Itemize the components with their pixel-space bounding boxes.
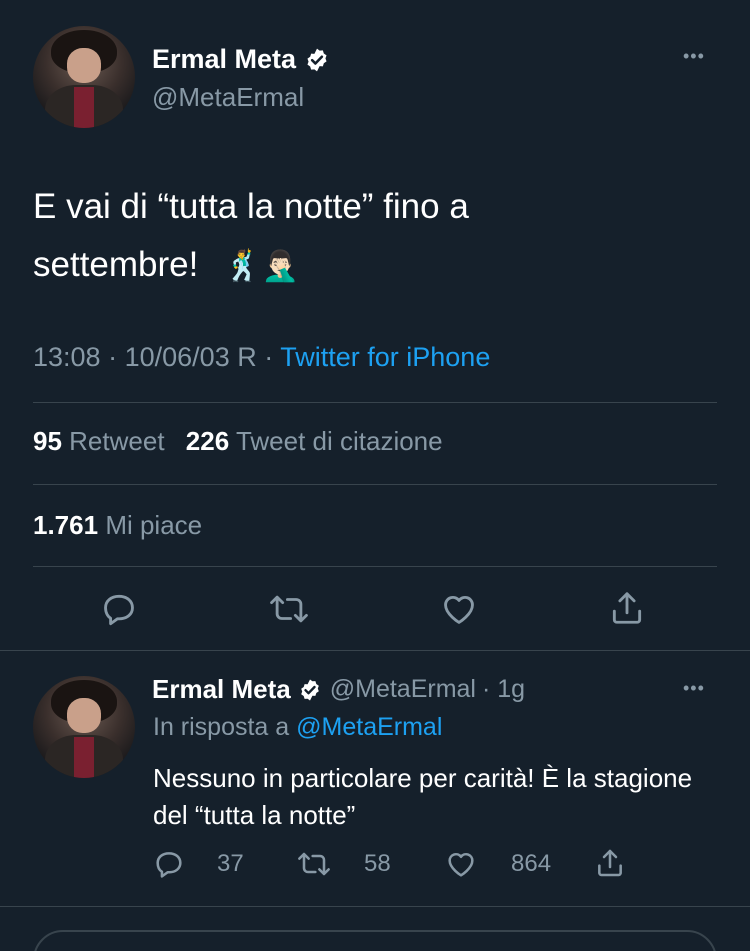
divider	[0, 906, 750, 907]
tweet-date[interactable]: 10/06/03 R	[125, 342, 257, 372]
reply-like-button[interactable]: 864	[445, 848, 551, 880]
author-name-row[interactable]: Ermal Meta	[152, 44, 330, 75]
reply-actions: 37 58 864	[0, 848, 750, 888]
reply-author-avatar[interactable]	[33, 676, 135, 778]
author-avatar[interactable]	[33, 26, 135, 128]
likes-stat[interactable]: 1.761 Mi piace	[33, 510, 202, 541]
author-handle[interactable]: @MetaErmal	[152, 82, 304, 113]
reply-age: · 1g	[481, 675, 526, 703]
retweet-quote-stats: 95 Retweet 226 Tweet di citazione	[33, 426, 443, 457]
quotes-stat[interactable]: 226 Tweet di citazione	[186, 426, 443, 456]
retweet-count: 58	[364, 850, 391, 877]
reply-icon[interactable]	[100, 590, 138, 628]
reply-retweet-button[interactable]: 58	[296, 848, 391, 880]
reply-author-name[interactable]: Ermal Meta	[152, 674, 291, 705]
meta-separator: ·	[108, 342, 118, 372]
reply-more-options-icon[interactable]: •••	[683, 678, 705, 699]
tweet-time[interactable]: 13:08	[33, 342, 101, 372]
verified-badge-icon	[304, 47, 330, 73]
reply-reply-button[interactable]: 37	[153, 848, 244, 880]
compose-reply-input[interactable]	[33, 930, 717, 951]
like-count: 864	[511, 850, 552, 877]
retweet-icon[interactable]	[268, 590, 310, 628]
tweet-emojis: 🕺🤦🏻‍♂️	[224, 250, 299, 283]
author-name[interactable]: Ermal Meta	[152, 44, 296, 75]
reply-author-handle[interactable]: @MetaErmal	[330, 675, 476, 704]
retweets-stat[interactable]: 95 Retweet	[33, 426, 165, 456]
share-icon[interactable]	[608, 588, 646, 628]
tweet-meta: 13:08 · 10/06/03 R · Twitter for iPhone	[33, 342, 490, 373]
like-heart-icon[interactable]	[440, 590, 478, 628]
divider	[33, 566, 717, 567]
reply-share-button[interactable]	[594, 846, 640, 880]
heart-icon	[445, 848, 491, 880]
tweet-source-link[interactable]: Twitter for iPhone	[280, 342, 490, 372]
meta-separator: ·	[264, 342, 274, 372]
divider	[33, 484, 717, 485]
reply-to-prefix: In risposta a	[153, 713, 290, 741]
divider	[33, 402, 717, 403]
reply-icon	[153, 848, 199, 880]
retweet-icon	[296, 848, 346, 880]
reply-text: Nessuno in particolare per carità! È la …	[153, 763, 693, 830]
reply-count: 37	[217, 850, 244, 877]
share-icon	[594, 846, 640, 880]
verified-badge-icon	[298, 678, 322, 702]
reply-author-row[interactable]: Ermal Meta @MetaErmal · 1g	[152, 674, 525, 705]
more-options-icon[interactable]: •••	[683, 46, 705, 67]
reply-to-line: In risposta a @MetaErmal	[153, 713, 442, 742]
tweet-text: E vai di “tutta la notte” fino a settemb…	[33, 178, 633, 296]
reply-to-mention[interactable]: @MetaErmal	[296, 713, 442, 741]
divider	[0, 650, 750, 651]
